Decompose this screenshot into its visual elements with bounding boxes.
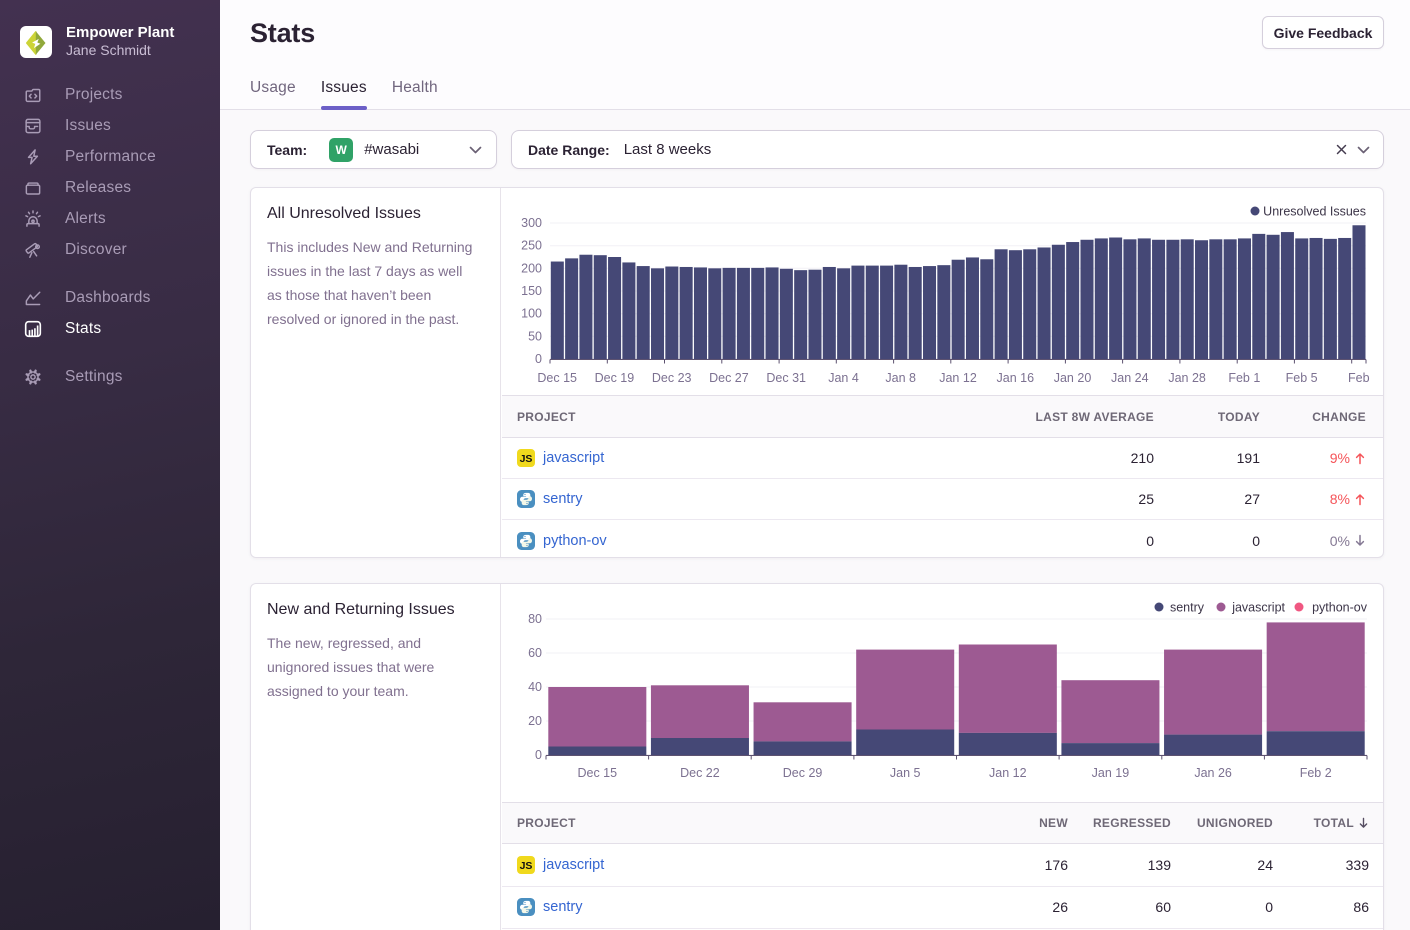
svg-text:JS: JS (520, 860, 533, 872)
svg-text:150: 150 (521, 284, 542, 298)
svg-text:Jan 16: Jan 16 (997, 371, 1035, 385)
svg-text:50: 50 (528, 329, 542, 343)
svg-text:80: 80 (528, 612, 542, 626)
svg-text:JS: JS (520, 453, 533, 465)
svg-text:0: 0 (535, 352, 542, 366)
svg-text:40: 40 (528, 680, 542, 694)
svg-text:Dec 19: Dec 19 (595, 371, 635, 385)
svg-text:Dec 31: Dec 31 (766, 371, 806, 385)
svg-text:python-ov: python-ov (1312, 601, 1368, 615)
svg-text:Dec 27: Dec 27 (709, 371, 749, 385)
svg-text:Jan 28: Jan 28 (1168, 371, 1206, 385)
svg-text:Dec 15: Dec 15 (537, 371, 577, 385)
svg-text:Jan 5: Jan 5 (890, 766, 921, 780)
svg-text:Feb 1: Feb 1 (1228, 371, 1260, 385)
svg-text:0: 0 (535, 748, 542, 762)
svg-text:Jan 24: Jan 24 (1111, 371, 1149, 385)
svg-text:Feb 2: Feb 2 (1300, 766, 1332, 780)
svg-text:Dec 15: Dec 15 (577, 766, 617, 780)
svg-text:Jan 12: Jan 12 (989, 766, 1027, 780)
svg-text:Jan 4: Jan 4 (828, 371, 859, 385)
svg-text:60: 60 (528, 646, 542, 660)
svg-text:100: 100 (521, 307, 542, 321)
svg-text:Jan 19: Jan 19 (1092, 766, 1130, 780)
svg-text:Unresolved Issues: Unresolved Issues (1263, 205, 1366, 219)
svg-text:Jan 8: Jan 8 (885, 371, 916, 385)
svg-text:Dec 29: Dec 29 (783, 766, 823, 780)
svg-text:Jan 26: Jan 26 (1194, 766, 1232, 780)
svg-text:20: 20 (528, 714, 542, 728)
svg-text:sentry: sentry (1170, 601, 1205, 615)
svg-text:Feb: Feb (1348, 371, 1370, 385)
svg-text:250: 250 (521, 239, 542, 253)
svg-text:300: 300 (521, 216, 542, 230)
svg-text:Jan 12: Jan 12 (939, 371, 977, 385)
svg-text:Dec 23: Dec 23 (652, 371, 692, 385)
svg-text:200: 200 (521, 261, 542, 275)
svg-text:javascript: javascript (1231, 601, 1285, 615)
svg-text:Jan 20: Jan 20 (1054, 371, 1092, 385)
svg-text:Dec 22: Dec 22 (680, 766, 720, 780)
svg-text:Feb 5: Feb 5 (1286, 371, 1318, 385)
